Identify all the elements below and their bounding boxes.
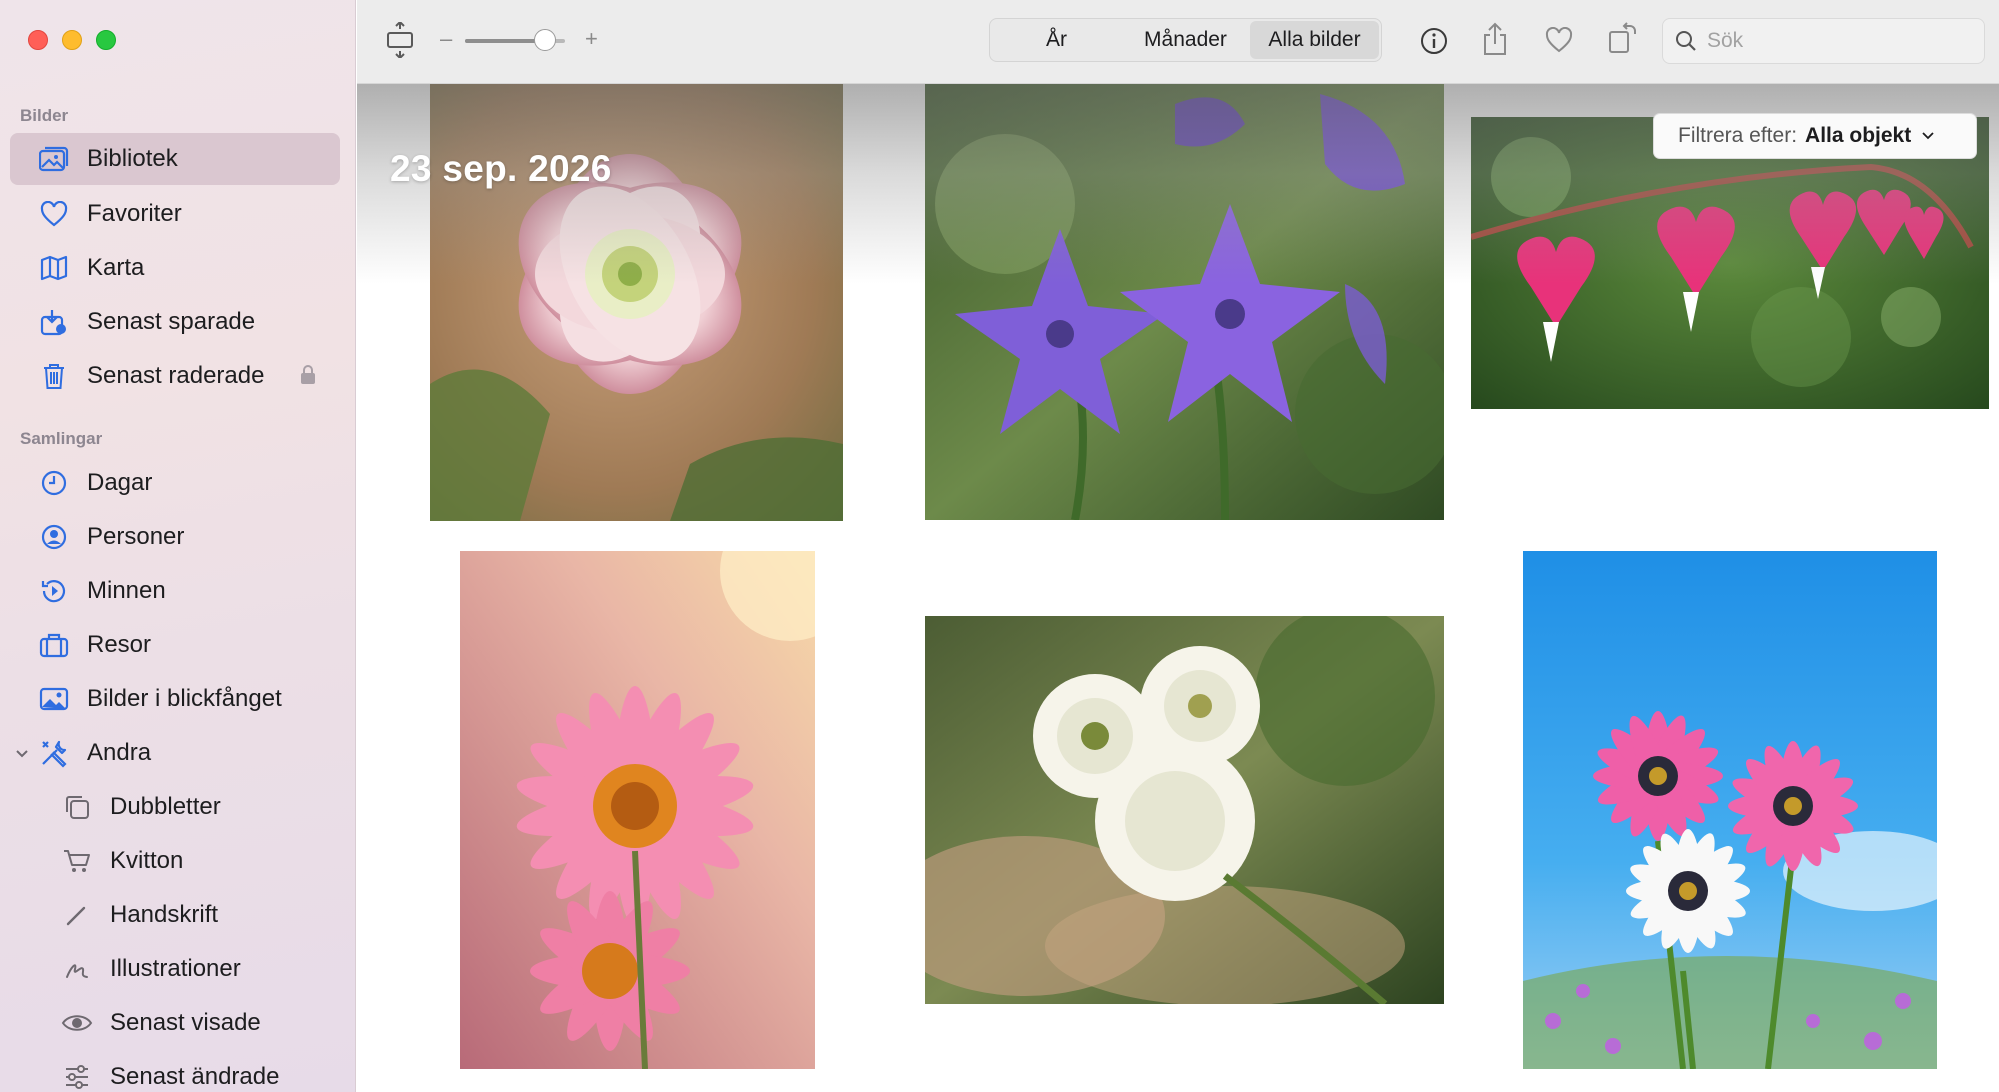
sidebar-item-label: Dubbletter: [110, 793, 221, 820]
trash-icon: [37, 359, 71, 393]
sidebar-item-label: Senast visade: [110, 1009, 261, 1036]
info-button[interactable]: [1417, 24, 1451, 58]
sidebar-item-memories[interactable]: Minnen: [10, 565, 340, 617]
memories-icon: [37, 574, 71, 608]
sidebar-item-label: Resor: [87, 631, 152, 658]
search-icon: [1676, 31, 1696, 51]
filter-dropdown[interactable]: Filtrera efter: Alla objekt: [1653, 113, 1977, 159]
cart-icon: [60, 844, 94, 878]
aspect-ratio-icon: [387, 22, 413, 58]
photo-thumbnail[interactable]: [925, 616, 1444, 1004]
clock-icon: [37, 466, 71, 500]
sidebar-item-illustrations[interactable]: Illustrationer: [10, 943, 340, 995]
view-months-tab[interactable]: Månader: [1121, 21, 1250, 59]
rotate-button[interactable]: [1606, 20, 1640, 56]
sidebar-item-other[interactable]: Andra: [10, 727, 340, 779]
sidebar-item-recently-deleted[interactable]: Senast raderade: [10, 350, 340, 402]
zoom-slider-knob[interactable]: [534, 29, 556, 51]
share-icon: [1484, 22, 1506, 55]
eye-icon: [60, 1006, 94, 1040]
sidebar-item-label: Handskrift: [110, 901, 219, 928]
heart-icon: [37, 197, 71, 231]
view-segmented-control: År Månader Alla bilder: [989, 18, 1382, 62]
sidebar-item-recently-saved[interactable]: Senast sparade: [10, 296, 340, 348]
sidebar-item-duplicates[interactable]: Dubbletter: [10, 781, 340, 833]
tools-icon: [37, 736, 71, 770]
sidebar-item-map[interactable]: Karta: [10, 242, 340, 294]
pencil-icon: [60, 898, 94, 932]
toolbar: – + År Månader Alla bilder: [357, 0, 1999, 84]
sidebar-item-featured-photos[interactable]: Bilder i blickfånget: [10, 673, 340, 725]
photo-thumbnail[interactable]: [925, 84, 1444, 520]
info-icon: [1421, 28, 1447, 54]
sidebar-item-label: Minnen: [87, 577, 166, 604]
sidebar-item-label: Dagar: [87, 469, 153, 496]
favorite-button[interactable]: [1543, 24, 1575, 56]
sliders-icon: [60, 1060, 94, 1092]
recently-saved-icon: [37, 305, 71, 339]
photo-grid: 23 sep. 2026 Filtrera efter: Alla objekt: [357, 84, 1999, 1092]
sidebar-item-label: Karta: [87, 254, 145, 281]
close-window-button[interactable]: [28, 30, 48, 50]
photo-thumbnail[interactable]: [1471, 117, 1989, 409]
featured-photos-icon: [37, 682, 71, 716]
filter-value: Alla objekt: [1805, 124, 1912, 147]
section-header-library: Bilder: [20, 106, 69, 125]
photo-library-icon: [37, 142, 71, 176]
sidebar-item-receipts[interactable]: Kvitton: [10, 835, 340, 887]
sidebar-item-label: Senast sparade: [87, 308, 256, 335]
zoom-out-label[interactable]: –: [440, 26, 452, 52]
sidebar-item-recently-edited[interactable]: Senast ändrade: [10, 1051, 340, 1092]
person-icon: [37, 520, 71, 554]
duplicates-icon: [60, 790, 94, 824]
sidebar-item-label: Personer: [87, 523, 185, 550]
sidebar-item-label: Senast ändrade: [110, 1063, 280, 1090]
lock-icon: [300, 365, 318, 387]
sidebar-item-days[interactable]: Dagar: [10, 457, 340, 509]
scribble-icon: [60, 952, 94, 986]
photo-thumbnail[interactable]: [460, 551, 815, 1069]
sidebar-item-label: Kvitton: [110, 847, 184, 874]
rotate-icon: [1609, 22, 1636, 53]
zoom-slider-fill: [465, 39, 545, 43]
chevron-down-icon: [1921, 129, 1935, 143]
minimize-window-button[interactable]: [62, 30, 82, 50]
sidebar-item-library[interactable]: Bibliotek: [10, 133, 340, 185]
window-controls: [28, 30, 116, 50]
sidebar-item-label: Bibliotek: [87, 145, 178, 172]
sidebar: Bilder Bibliotek Favoriter Karta Senast …: [0, 0, 356, 1092]
sidebar-item-label: Andra: [87, 739, 152, 766]
sidebar-item-trips[interactable]: Resor: [10, 619, 340, 671]
aspect-ratio-toggle-button[interactable]: [385, 22, 415, 58]
sidebar-item-label: Illustrationer: [110, 955, 241, 982]
date-header: 23 sep. 2026: [390, 148, 612, 189]
map-icon: [37, 251, 71, 285]
sidebar-item-label: Bilder i blickfånget: [87, 685, 282, 712]
zoom-in-label[interactable]: +: [585, 26, 598, 52]
heart-icon: [1545, 27, 1573, 53]
filter-prefix: Filtrera efter:: [1678, 124, 1798, 147]
search-input[interactable]: [1707, 29, 1957, 53]
search-field[interactable]: [1662, 18, 1985, 64]
sidebar-item-recently-viewed[interactable]: Senast visade: [10, 997, 340, 1049]
sidebar-item-label: Senast raderade: [87, 362, 265, 389]
sidebar-item-label: Favoriter: [87, 200, 182, 227]
sidebar-item-handwriting[interactable]: Handskrift: [10, 889, 340, 941]
section-header-collections: Samlingar: [20, 429, 103, 448]
suitcase-icon: [37, 628, 71, 662]
view-all-photos-tab[interactable]: Alla bilder: [1250, 21, 1379, 59]
sidebar-item-people[interactable]: Personer: [10, 511, 340, 563]
sidebar-item-favorites[interactable]: Favoriter: [10, 188, 340, 240]
photo-thumbnail[interactable]: [1523, 551, 1937, 1069]
share-button[interactable]: [1480, 20, 1510, 58]
zoom-window-button[interactable]: [96, 30, 116, 50]
view-years-tab[interactable]: År: [992, 21, 1121, 59]
